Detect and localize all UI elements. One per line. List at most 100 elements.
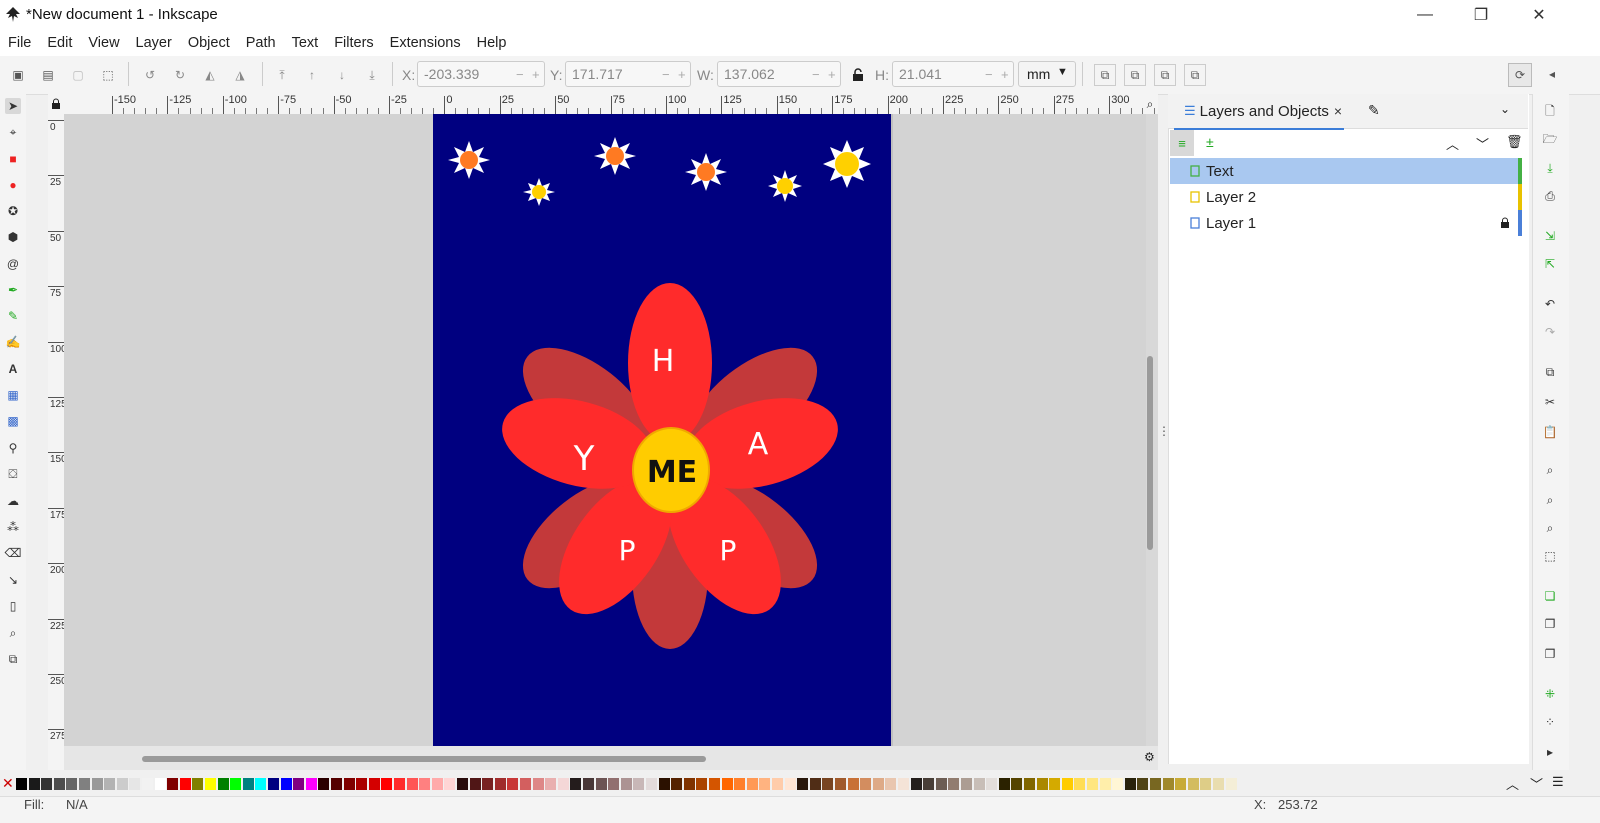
pencil-tool-icon[interactable]: ✎ [5, 308, 21, 324]
mesh-tool-icon[interactable]: ▩ [5, 413, 21, 429]
palette-swatch[interactable] [961, 778, 972, 790]
w-increment-icon[interactable]: + [828, 67, 836, 82]
palette-swatch[interactable] [532, 778, 544, 790]
menu-view[interactable]: View [80, 35, 127, 51]
palette-swatch[interactable] [16, 778, 27, 790]
lock-icon[interactable] [1500, 217, 1510, 229]
rotate-ccw-icon[interactable]: ↺ [142, 67, 158, 83]
palette-swatch[interactable] [431, 778, 443, 790]
horizontal-ruler[interactable]: -150 -125 -100 -75 -50 -25 0 25 50 75 100 125 150 175… [64, 94, 1158, 115]
vertical-scrollbar[interactable] [1146, 114, 1158, 746]
menu-extensions[interactable]: Extensions [382, 35, 469, 51]
x-decrement-icon[interactable]: − [516, 67, 524, 82]
more-commands-icon[interactable]: ▸ [1542, 744, 1558, 760]
y-field[interactable]: − + [565, 61, 691, 87]
vertical-scroll-thumb[interactable] [1147, 356, 1153, 550]
connector-tool-icon[interactable]: ↘ [5, 572, 21, 588]
palette-swatch[interactable] [242, 778, 254, 790]
move-patterns-icon[interactable]: ⧉ [1184, 64, 1206, 86]
palette-swatch[interactable] [444, 778, 456, 790]
palette-swatch[interactable] [595, 778, 607, 790]
palette-menu-icon[interactable]: ☰ [1552, 774, 1564, 790]
menu-text[interactable]: Text [284, 35, 327, 51]
rotate-cw-icon[interactable]: ↻ [172, 67, 188, 83]
paint-bucket-tool-icon[interactable]: ⛋ [5, 466, 21, 482]
palette-swatch[interactable] [129, 778, 141, 790]
ellipse-tool-icon[interactable]: ● [5, 177, 21, 193]
delete-layer-icon[interactable]: 🗑 [1506, 134, 1523, 150]
snap-menu-icon[interactable]: ◂ [1544, 66, 1560, 82]
palette-swatch[interactable] [709, 778, 720, 790]
redo-icon[interactable]: ↷ [1542, 324, 1558, 340]
snap-toggle-icon[interactable]: ⟳ [1508, 63, 1532, 87]
deselect-icon[interactable]: ▢ [70, 67, 86, 83]
paste-icon[interactable]: 📋 [1542, 424, 1558, 440]
x-input[interactable] [418, 62, 522, 86]
palette-swatch[interactable] [255, 778, 267, 790]
palette-swatch[interactable] [368, 778, 380, 790]
zoom-selection-icon[interactable]: ⌕ [1542, 462, 1558, 478]
palette-swatch[interactable] [104, 778, 116, 790]
palette-swatch[interactable] [116, 778, 128, 790]
palette-swatch[interactable] [898, 778, 909, 790]
palette-swatch[interactable] [923, 778, 935, 790]
text-tool-icon[interactable]: A [5, 361, 21, 377]
menu-help[interactable]: Help [469, 35, 515, 51]
palette-swatch[interactable] [230, 778, 242, 790]
eraser-tool-icon[interactable]: ⌫ [5, 545, 22, 561]
palette-swatch[interactable] [683, 778, 695, 790]
palette-swatch[interactable] [356, 778, 368, 790]
lock-ratio-icon[interactable] [850, 67, 866, 83]
palette-swatch[interactable] [935, 778, 947, 790]
select-all-icon[interactable]: ▣ [10, 67, 26, 83]
palette-swatch[interactable] [608, 778, 620, 790]
palette-swatch[interactable] [318, 778, 330, 790]
palette-swatch[interactable] [557, 778, 569, 790]
spray-tool-icon[interactable]: ⁂ [5, 519, 21, 535]
palette-swatch[interactable] [268, 778, 279, 790]
palette-swatch[interactable] [1036, 778, 1048, 790]
palette-swatch[interactable] [1074, 778, 1086, 790]
palette-swatch[interactable] [822, 778, 834, 790]
canvas[interactable]: ME H A P P Y [64, 114, 1146, 746]
palette-swatch[interactable] [1162, 778, 1174, 790]
palette-swatch[interactable] [1112, 778, 1124, 790]
dropper-tool-icon[interactable]: ⚲ [5, 440, 21, 456]
zoom-width-icon[interactable]: ⬚ [1542, 548, 1558, 564]
move-down-icon[interactable]: ﹀ [1476, 134, 1489, 153]
tab-close-icon[interactable]: × [1334, 103, 1342, 119]
palette-swatch[interactable] [1011, 778, 1023, 790]
palette-swatch[interactable] [469, 778, 481, 790]
palette-swatch[interactable] [583, 778, 594, 790]
node-tool-icon[interactable]: ⌖ [5, 124, 21, 140]
measure-tool-icon[interactable]: ⧉ [5, 651, 21, 667]
palette-swatch[interactable] [860, 778, 872, 790]
unit-select[interactable]: mm ▼ [1018, 61, 1076, 87]
palette-swatch[interactable] [179, 778, 191, 790]
palette-swatch[interactable] [154, 778, 166, 790]
palette-swatch[interactable] [646, 778, 657, 790]
zoom-drawing-icon[interactable]: ⌕ [1542, 492, 1558, 508]
palette-swatch[interactable] [734, 778, 746, 790]
new-document-icon[interactable]: 🗋 [1542, 104, 1558, 120]
palette-swatch[interactable] [66, 778, 78, 790]
palette-swatch[interactable] [482, 778, 494, 790]
palette-swatch[interactable] [41, 778, 53, 790]
zoom-correction-icon[interactable]: ⌕ [1142, 96, 1158, 112]
zoom-page-icon[interactable]: ⌕ [1542, 520, 1558, 536]
palette-swatch[interactable] [305, 778, 317, 790]
palette-swatch[interactable] [192, 778, 204, 790]
palette-swatch[interactable] [772, 778, 783, 790]
palette-swatch[interactable] [28, 778, 40, 790]
palette-swatch[interactable] [1175, 778, 1187, 790]
palette-swatch[interactable] [1137, 778, 1149, 790]
raise-icon[interactable]: ↑ [304, 67, 320, 83]
menu-object[interactable]: Object [180, 35, 238, 51]
palette-swatch[interactable] [293, 778, 305, 790]
palette-swatch[interactable] [91, 778, 103, 790]
h-decrement-icon[interactable]: − [985, 67, 993, 82]
import-icon[interactable]: ⇲ [1542, 228, 1558, 244]
palette-swatch[interactable] [658, 778, 670, 790]
palette-swatch[interactable] [1213, 778, 1224, 790]
x-increment-icon[interactable]: + [532, 67, 540, 82]
